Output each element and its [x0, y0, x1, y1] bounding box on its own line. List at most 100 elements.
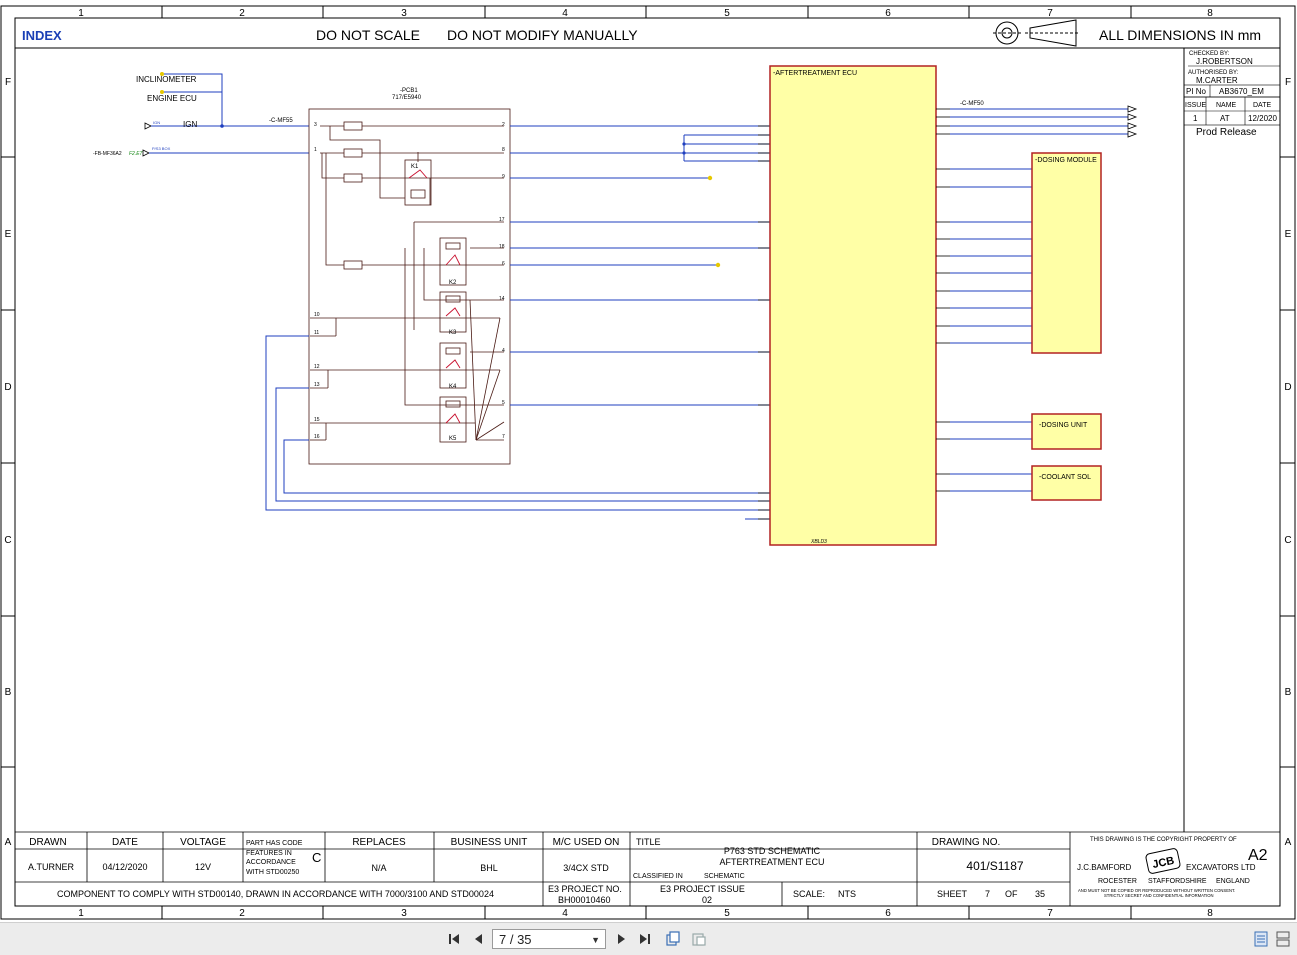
ecu-left-pins	[758, 125, 770, 520]
c-mf55-label: -C-MF55	[269, 118, 293, 124]
inclinometer-label: INCLINOMETER	[136, 75, 197, 84]
pcb-pin: 9	[502, 174, 505, 180]
of-label: OF	[1005, 889, 1018, 899]
e3-issue-label: E3 PROJECT ISSUE	[660, 884, 745, 894]
relay-k2	[439, 237, 467, 286]
last-page-icon[interactable]	[637, 930, 653, 948]
copy-page-icon[interactable]	[664, 930, 682, 948]
col-number-bottom: 4	[562, 908, 568, 919]
page-number-text: 7 / 35	[499, 932, 532, 947]
inner-frame	[14, 17, 1281, 907]
title-label: TITLE	[636, 837, 661, 847]
continuous-view-icon[interactable]	[1274, 930, 1292, 948]
fb-connector-label: -FB-MF36A2	[93, 151, 122, 157]
replaces-value: N/A	[371, 863, 386, 873]
pcb-pin: 10	[314, 312, 320, 318]
col-number-top: 4	[562, 8, 568, 19]
pcb-pin: 13	[314, 382, 320, 388]
arrow-icon	[144, 122, 152, 130]
dosing-unit-box	[1031, 413, 1102, 450]
checked-by-value: J.ROBERTSON	[1196, 57, 1253, 66]
zone-ticks	[1, 6, 1295, 919]
e3-project-no-label: E3 PROJECT NO.	[548, 884, 622, 894]
col-number-bottom: 7	[1047, 908, 1053, 919]
pcb-pin: 18	[499, 244, 505, 250]
junction-dot	[707, 175, 713, 181]
drawing-no-label: DRAWING NO.	[932, 837, 1001, 848]
company-name-left: J.C.BAMFORD	[1077, 863, 1131, 872]
pcb1-board: -PCB1 717/E5940 3 1 10 11 12 13 15 16 2 …	[308, 88, 511, 465]
junction-dot	[715, 262, 721, 268]
c-mf50-wiring: -C-MF50	[936, 101, 1138, 138]
fuse-icon	[343, 121, 363, 270]
pcb-part-no: 717/E5940	[392, 95, 422, 101]
dosing-unit-label: -DOSING UNIT	[1039, 422, 1088, 429]
fb-note-label: P/S3 BOX	[152, 146, 171, 151]
engine-ecu-label: ENGINE ECU	[147, 94, 197, 103]
row-letter-left: D	[4, 382, 11, 393]
prev-page-icon[interactable]	[470, 930, 486, 948]
drawing-no-value: 401/S1187	[966, 859, 1023, 873]
row-letter-left: B	[5, 687, 12, 698]
single-page-view-icon[interactable]	[1252, 930, 1270, 948]
drawn-value: A.TURNER	[28, 862, 75, 872]
coolant-sol-label: -COOLANT SOL	[1039, 474, 1091, 481]
disclaimer-line: STRICTLY SECRET AND CONFIDENTIAL INFORMA…	[1104, 893, 1214, 898]
issue-value: 1	[1193, 114, 1198, 123]
chevron-down-icon[interactable]: ▼	[591, 930, 600, 950]
drawing-sheet: 1 2 3 4 5 6 7 8 1 2 3 4 5 6 7 8 F E D C …	[0, 0, 1297, 922]
row-letter-right: D	[1284, 382, 1291, 393]
authorised-by-value: M.CARTER	[1196, 76, 1238, 85]
compliance-note: COMPONENT TO COMPLY WITH STD00140, DRAWN…	[57, 889, 494, 899]
outer-frame	[0, 5, 1296, 920]
voltage-label: VOLTAGE	[180, 837, 226, 848]
name-value: AT	[1220, 114, 1230, 123]
scale-value: NTS	[838, 889, 856, 899]
pcb-pin: 1	[314, 147, 317, 153]
col-number-top: 2	[239, 8, 245, 19]
business-unit-value: BHL	[480, 863, 498, 873]
page-number-input[interactable]: 7 / 35 ▼	[492, 929, 606, 949]
dosing-module-wiring	[936, 168, 1032, 344]
first-page-icon[interactable]	[446, 930, 462, 948]
c-mf50-label: -C-MF50	[960, 101, 984, 107]
row-letter-right: A	[1285, 837, 1292, 848]
date-value: 04/12/2020	[102, 862, 147, 872]
part-code-line: WITH STD00250	[246, 869, 299, 876]
row-letter-left: C	[4, 535, 11, 546]
name-label: NAME	[1216, 102, 1237, 109]
paste-page-icon[interactable]	[690, 930, 708, 948]
projection-symbol-icon	[993, 19, 1080, 47]
row-letter-right: C	[1284, 535, 1291, 546]
relay-label: K3	[449, 330, 457, 336]
relay-label: K5	[449, 436, 457, 442]
mc-used-on-label: M/C USED ON	[553, 837, 620, 848]
relay-k3	[439, 291, 467, 333]
col-number-bottom: 6	[885, 908, 891, 919]
issue-label: ISSUE	[1185, 102, 1206, 109]
part-code-letter: C	[312, 850, 321, 865]
dosing-unit-wiring	[936, 421, 1032, 440]
part-code-line: PART HAS CODE	[246, 840, 303, 847]
arrow-icon	[142, 149, 150, 157]
sheet-no-value: 7	[985, 889, 990, 899]
arrow-icon	[1127, 105, 1138, 138]
title-line-1: P763 STD SCHEMATIC	[724, 846, 821, 856]
dimensions-note: ALL DIMENSIONS IN mm	[1099, 27, 1261, 43]
row-letter-right: F	[1285, 77, 1291, 88]
approval-box: CHECKED BY: AUTHORISED BY: J.ROBERTSON M…	[1183, 48, 1281, 832]
sheet-label: SHEET	[937, 889, 968, 899]
date-label: DATE	[1253, 102, 1271, 109]
address-line: ROCESTER	[1098, 878, 1137, 885]
date-label: DATE	[112, 837, 138, 848]
pi-no-label: PI No	[1186, 87, 1207, 96]
index-link[interactable]: INDEX	[22, 28, 62, 43]
sheet-size: A2	[1248, 847, 1268, 864]
pcb-pin: 12	[314, 364, 320, 370]
ecu-name: -AFTERTREATMENT ECU	[773, 70, 857, 77]
row-letter-right: E	[1285, 229, 1292, 240]
col-number-top: 3	[401, 8, 407, 19]
pcb-pin: 4	[502, 348, 505, 354]
next-page-icon[interactable]	[614, 930, 630, 948]
schematic-canvas: 1 2 3 4 5 6 7 8 1 2 3 4 5 6 7 8 F E D C …	[0, 5, 1296, 920]
